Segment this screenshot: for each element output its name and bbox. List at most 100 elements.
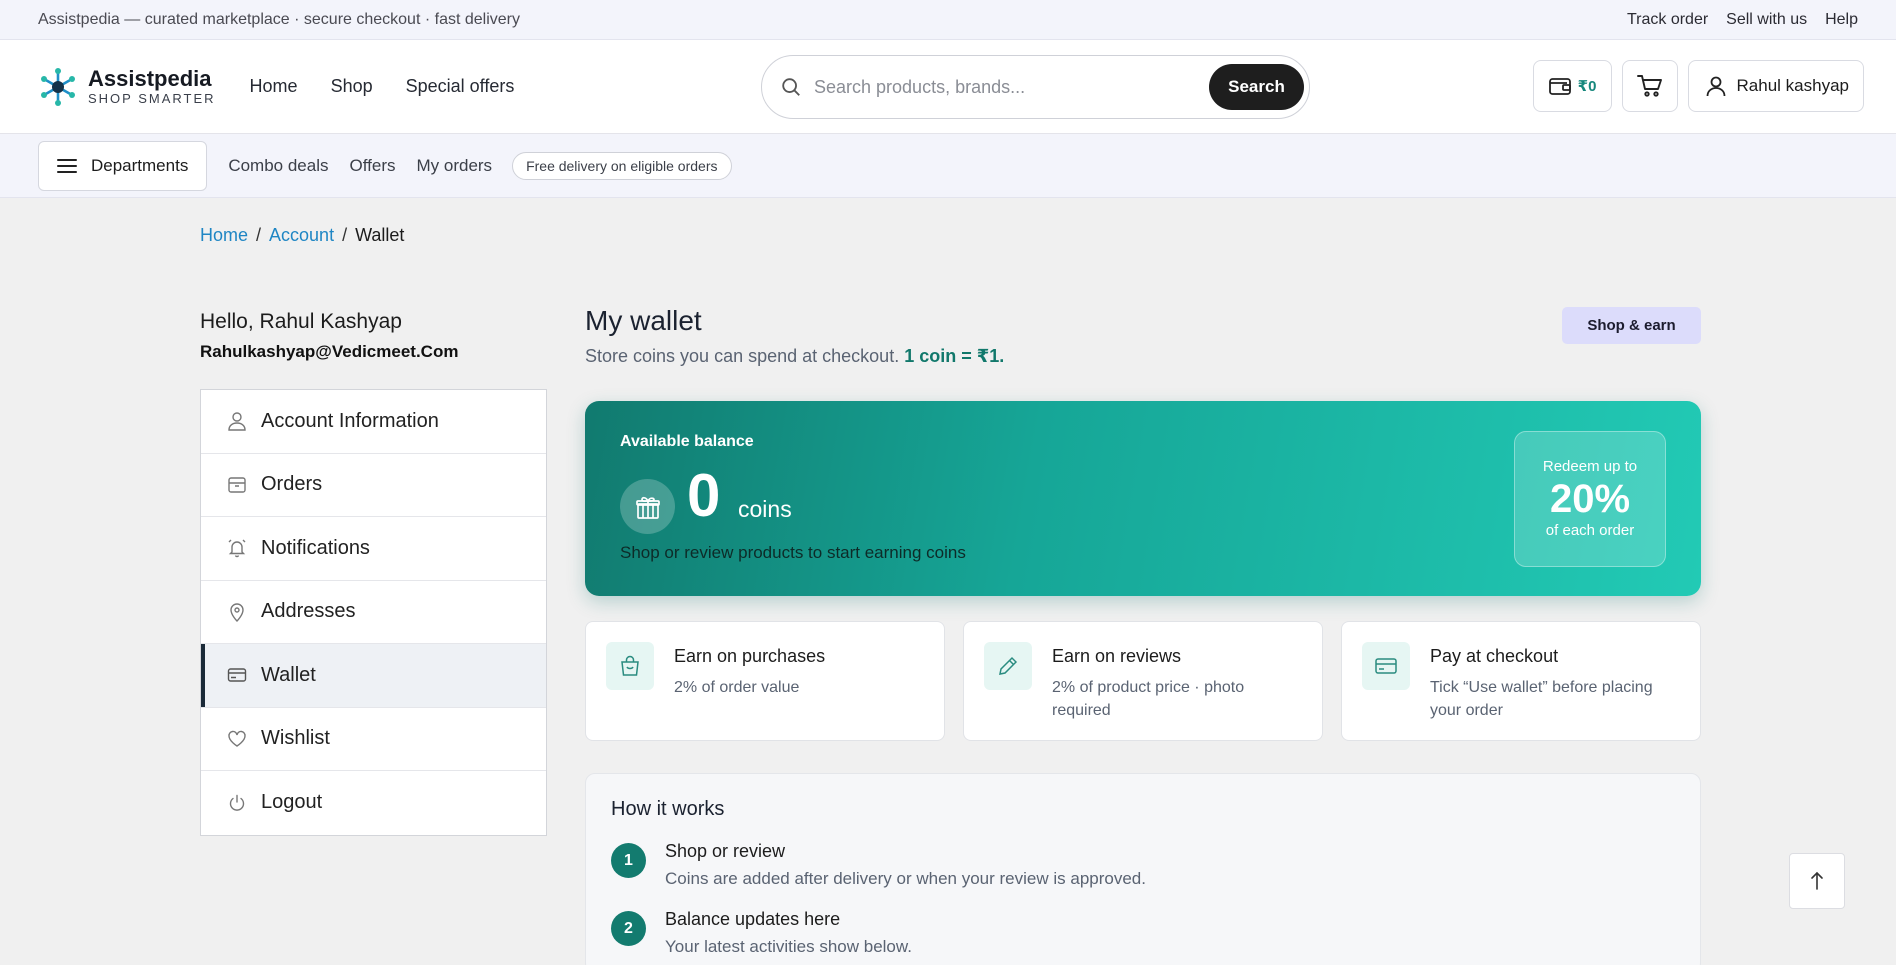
search-icon bbox=[782, 78, 800, 96]
card-icon bbox=[1362, 642, 1410, 690]
sidebar-item-label: Account Information bbox=[261, 409, 439, 432]
top-strip: Assistpedia — curated marketplace · secu… bbox=[0, 0, 1896, 40]
step-description: Coins are added after delivery or when y… bbox=[665, 869, 1146, 888]
sidebar-item-account-information[interactable]: Account Information bbox=[201, 390, 546, 454]
card-title: Earn on purchases bbox=[674, 646, 826, 666]
card-title: Earn on reviews bbox=[1052, 646, 1182, 666]
earn-card-purchases: Earn on purchases 2% of order value bbox=[585, 621, 945, 741]
hamburger-icon bbox=[57, 158, 77, 173]
nav-special-offers[interactable]: Special offers bbox=[406, 76, 515, 97]
user-icon bbox=[228, 412, 246, 431]
power-icon bbox=[229, 794, 245, 811]
earn-card-reviews: Earn on reviews 2% of product price · ph… bbox=[963, 621, 1323, 741]
search-bar: Search bbox=[761, 55, 1310, 119]
sidebar-item-label: Wishlist bbox=[261, 727, 330, 750]
coin-rate: 1 coin = ₹1. bbox=[904, 346, 1005, 366]
balance-unit: coins bbox=[738, 496, 792, 522]
pin-icon bbox=[230, 603, 244, 622]
redeem-top-text: Redeem up to bbox=[1542, 458, 1638, 475]
greeting-name: Hello, Rahul Kashyap bbox=[200, 310, 402, 333]
breadcrumb-home[interactable]: Home bbox=[200, 225, 248, 246]
brand-name: Assistpedia bbox=[88, 65, 212, 91]
step-item: 1 Shop or review Coins are added after d… bbox=[611, 841, 1146, 889]
card-description: Tick “Use wallet” before placing your or… bbox=[1430, 679, 1653, 719]
logo[interactable]: Assistpedia SHOP SMARTER bbox=[38, 67, 216, 107]
page-subtitle: Store coins you can spend at checkout. 1… bbox=[585, 346, 1004, 367]
offers-link[interactable]: Offers bbox=[350, 156, 396, 176]
departments-button[interactable]: Departments bbox=[38, 140, 208, 191]
heart-icon bbox=[228, 730, 246, 747]
nav-home[interactable]: Home bbox=[250, 76, 298, 97]
step-title: Balance updates here bbox=[665, 909, 841, 929]
free-delivery-badge: Free delivery on eligible orders bbox=[512, 151, 732, 180]
sidebar-item-label: Notifications bbox=[261, 536, 370, 559]
departments-label: Departments bbox=[91, 155, 189, 175]
wallet-icon bbox=[1548, 78, 1571, 95]
user-menu-button[interactable]: Rahul kashyap bbox=[1687, 60, 1864, 112]
search-input[interactable] bbox=[814, 76, 1209, 98]
how-it-works-title: How it works bbox=[611, 798, 725, 820]
card-description: 2% of order value bbox=[674, 679, 800, 696]
breadcrumb: Home / Account / Wallet bbox=[200, 225, 404, 246]
redeem-bottom-text: of each order bbox=[1545, 522, 1635, 539]
step-title: Shop or review bbox=[665, 841, 786, 861]
brand-tagline: SHOP SMARTER bbox=[88, 90, 216, 106]
redeem-badge: Redeem up to 20% of each order bbox=[1514, 431, 1666, 567]
pencil-icon bbox=[984, 642, 1032, 690]
sidebar-item-wallet[interactable]: Wallet bbox=[201, 644, 546, 708]
sidebar-item-label: Orders bbox=[261, 473, 323, 496]
step-description: Your latest activities show below. bbox=[665, 937, 912, 956]
sidebar-item-notifications[interactable]: Notifications bbox=[201, 517, 546, 581]
subtitle-text: Store coins you can spend at checkout. bbox=[585, 346, 900, 366]
track-order-link[interactable]: Track order bbox=[1627, 11, 1708, 29]
balance-value: 0 bbox=[687, 462, 721, 529]
step-item: 2 Balance updates here Your latest activ… bbox=[611, 909, 912, 957]
card-title: Pay at checkout bbox=[1430, 646, 1559, 666]
sidebar-item-addresses[interactable]: Addresses bbox=[201, 581, 546, 644]
breadcrumb-account[interactable]: Account bbox=[269, 225, 334, 246]
nav-shop[interactable]: Shop bbox=[331, 76, 373, 97]
sidebar-item-wishlist[interactable]: Wishlist bbox=[201, 708, 546, 771]
breadcrumb-current: Wallet bbox=[355, 225, 405, 245]
sidebar-item-label: Addresses bbox=[261, 600, 356, 623]
sub-nav: Departments Combo deals Offers My orders… bbox=[0, 134, 1896, 198]
logo-mark-icon bbox=[41, 67, 75, 106]
card-description: 2% of product price · photo required bbox=[1052, 679, 1245, 719]
header: Assistpedia SHOP SMARTER Home Shop Speci… bbox=[0, 40, 1896, 134]
combo-deals-link[interactable]: Combo deals bbox=[228, 156, 328, 176]
box-icon bbox=[228, 477, 246, 493]
step-number: 1 bbox=[611, 843, 646, 878]
header-actions: ₹0 Rahul kashyap bbox=[1532, 60, 1864, 112]
sidebar-item-label: Wallet bbox=[261, 663, 316, 686]
top-links: Track order Sell with us Help bbox=[1627, 11, 1858, 29]
cart-button[interactable] bbox=[1621, 60, 1678, 112]
tagline: Assistpedia — curated marketplace · secu… bbox=[38, 10, 520, 28]
bell-icon bbox=[228, 539, 246, 558]
balance-card: Available balance 0 coins Shop or review… bbox=[585, 401, 1701, 596]
balance-label: Available balance bbox=[620, 433, 754, 450]
search-button[interactable]: Search bbox=[1209, 64, 1304, 110]
user-name: Rahul kashyap bbox=[1736, 76, 1849, 95]
shop-and-earn-button[interactable]: Shop & earn bbox=[1562, 307, 1701, 344]
main-nav: Home Shop Special offers bbox=[250, 76, 515, 97]
gift-icon bbox=[620, 479, 675, 534]
wallet-button[interactable]: ₹0 bbox=[1532, 60, 1612, 112]
sidebar-item-orders[interactable]: Orders bbox=[201, 454, 546, 517]
scroll-to-top-button[interactable] bbox=[1789, 853, 1845, 909]
my-orders-link[interactable]: My orders bbox=[416, 156, 492, 176]
user-email: Rahulkashyap@Vedicmeet.Com bbox=[200, 342, 459, 361]
earn-card-checkout: Pay at checkout Tick “Use wallet” before… bbox=[1341, 621, 1701, 741]
sidebar-item-logout[interactable]: Logout bbox=[201, 771, 546, 835]
user-icon bbox=[1706, 76, 1725, 97]
cart-icon bbox=[1636, 75, 1662, 97]
step-number: 2 bbox=[611, 911, 646, 946]
bag-icon bbox=[606, 642, 654, 690]
sub-links: Combo deals Offers My orders bbox=[228, 156, 492, 176]
breadcrumb-separator: / bbox=[342, 225, 348, 245]
wallet-icon bbox=[227, 668, 247, 682]
sidebar-item-label: Logout bbox=[261, 791, 323, 814]
arrow-up-icon bbox=[1811, 871, 1823, 890]
sell-with-us-link[interactable]: Sell with us bbox=[1726, 11, 1807, 29]
help-link[interactable]: Help bbox=[1825, 11, 1858, 29]
account-menu: Account Information Orders Notifications… bbox=[200, 389, 547, 836]
